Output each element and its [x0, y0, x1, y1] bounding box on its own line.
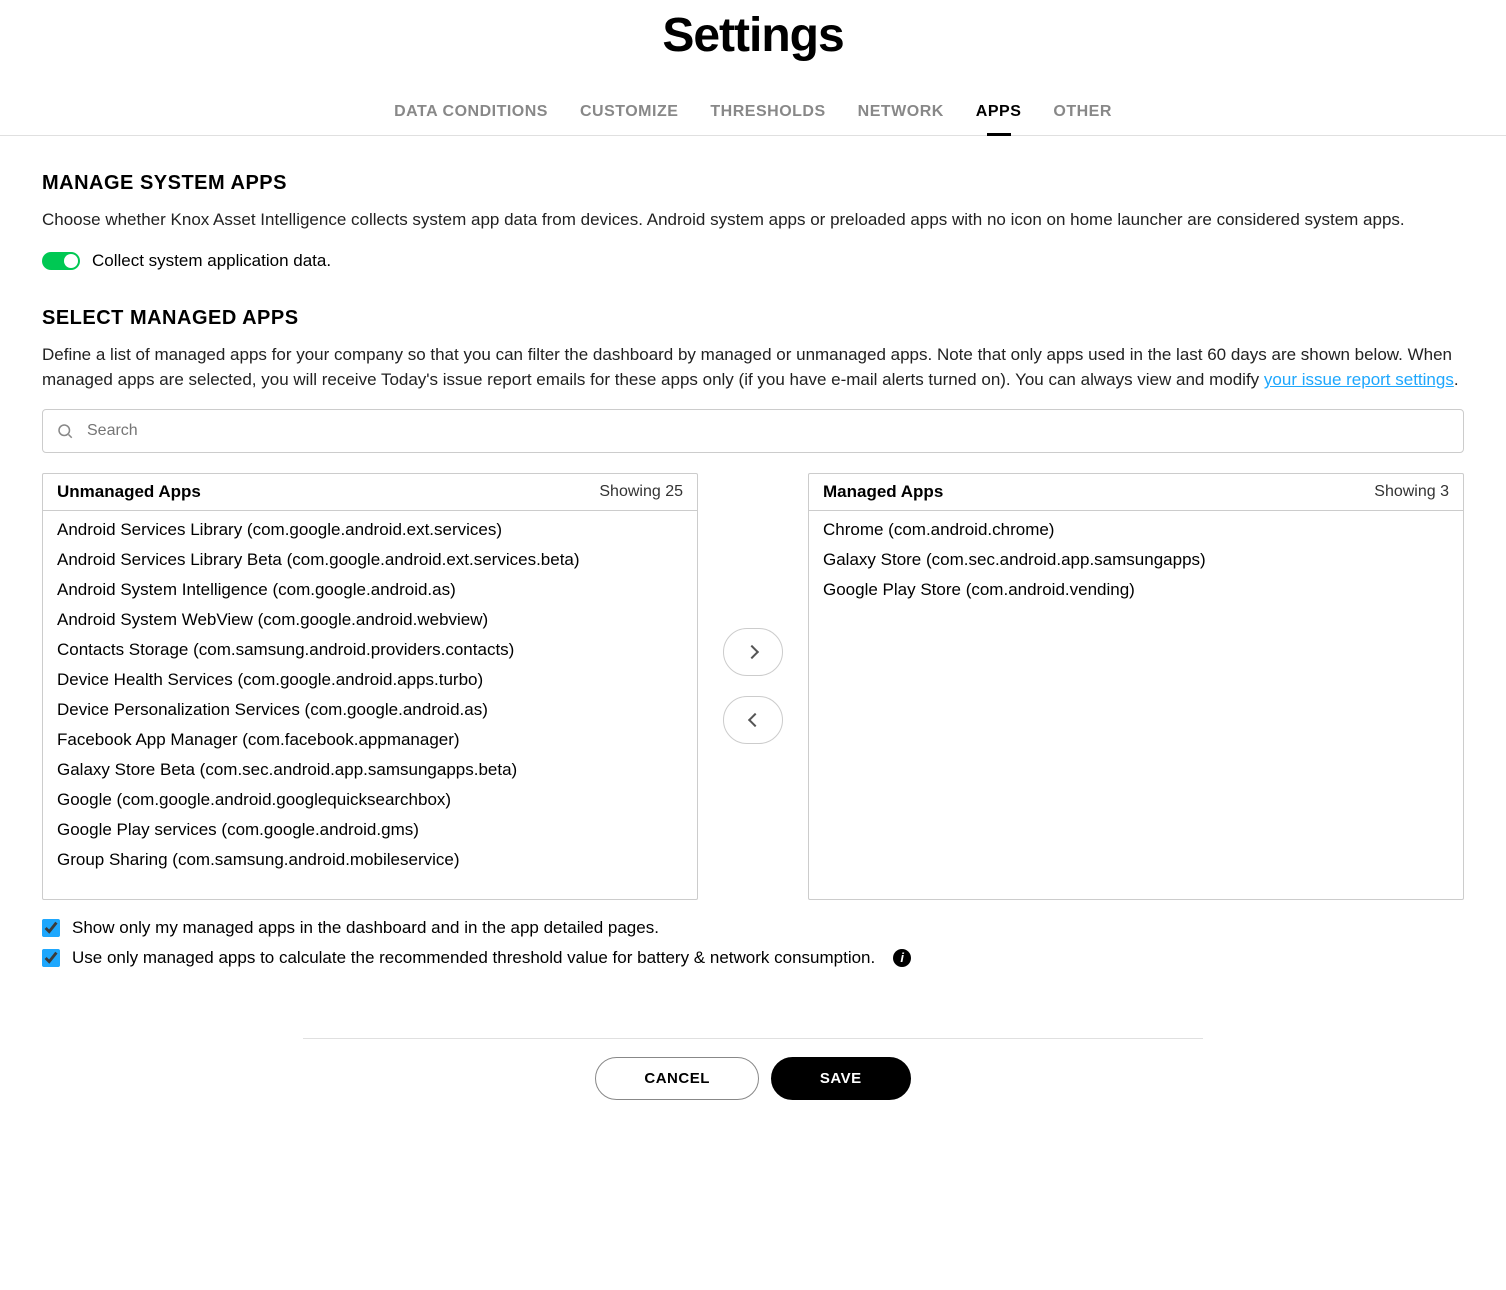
- cancel-button[interactable]: CANCEL: [595, 1057, 759, 1100]
- info-icon[interactable]: i: [893, 949, 911, 967]
- use-only-managed-label: Use only managed apps to calculate the r…: [72, 948, 875, 968]
- list-item[interactable]: Contacts Storage (com.samsung.android.pr…: [43, 635, 697, 665]
- list-item[interactable]: Android Services Library (com.google.and…: [43, 515, 697, 545]
- page-title: Settings: [0, 0, 1506, 93]
- list-item[interactable]: Facebook App Manager (com.facebook.appma…: [43, 725, 697, 755]
- move-left-button[interactable]: [723, 696, 783, 744]
- managed-apps-title: Managed Apps: [823, 482, 943, 502]
- tabs-bar: DATA CONDITIONS CUSTOMIZE THRESHOLDS NETWOR…: [0, 93, 1506, 136]
- list-item[interactable]: Android Services Library Beta (com.googl…: [43, 545, 697, 575]
- tab-apps[interactable]: APPS: [976, 93, 1022, 135]
- move-right-button[interactable]: [723, 628, 783, 676]
- tab-customize[interactable]: CUSTOMIZE: [580, 93, 678, 135]
- show-only-managed-checkbox[interactable]: [42, 919, 60, 937]
- list-item[interactable]: Android System WebView (com.google.andro…: [43, 605, 697, 635]
- tab-network[interactable]: NETWORK: [858, 93, 944, 135]
- list-item[interactable]: Group Sharing (com.samsung.android.mobil…: [43, 845, 697, 875]
- unmanaged-apps-count: Showing 25: [599, 483, 683, 501]
- manage-system-apps-heading: MANAGE SYSTEM APPS: [42, 172, 1464, 195]
- unmanaged-apps-list: Android Services Library (com.google.and…: [43, 511, 697, 899]
- unmanaged-apps-title: Unmanaged Apps: [57, 482, 201, 502]
- description-text: Define a list of managed apps for your c…: [42, 345, 1452, 390]
- collect-system-data-label: Collect system application data.: [92, 251, 331, 271]
- tab-data-conditions[interactable]: DATA CONDITIONS: [394, 93, 548, 135]
- list-item[interactable]: Device Personalization Services (com.goo…: [43, 695, 697, 725]
- tab-thresholds[interactable]: THRESHOLDS: [710, 93, 825, 135]
- list-item[interactable]: Chrome (com.android.chrome): [809, 515, 1463, 545]
- list-item[interactable]: Galaxy Store (com.sec.android.app.samsun…: [809, 545, 1463, 575]
- tab-other[interactable]: OTHER: [1053, 93, 1112, 135]
- description-suffix: .: [1454, 370, 1459, 389]
- select-managed-apps-heading: SELECT MANAGED APPS: [42, 307, 1464, 330]
- issue-report-settings-link[interactable]: your issue report settings: [1264, 370, 1454, 389]
- list-item[interactable]: Google (com.google.android.googlequickse…: [43, 785, 697, 815]
- list-item[interactable]: Google Play services (com.google.android…: [43, 815, 697, 845]
- search-input[interactable]: [42, 409, 1464, 453]
- list-item[interactable]: Android System Intelligence (com.google.…: [43, 575, 697, 605]
- managed-apps-list: Chrome (com.android.chrome)Galaxy Store …: [809, 511, 1463, 899]
- collect-system-data-toggle[interactable]: [42, 252, 80, 270]
- list-item[interactable]: Google Play Store (com.android.vending): [809, 575, 1463, 605]
- search-icon: [56, 422, 74, 440]
- list-item[interactable]: Galaxy Store Beta (com.sec.android.app.s…: [43, 755, 697, 785]
- unmanaged-apps-panel: Unmanaged Apps Showing 25 Android Servic…: [42, 473, 698, 900]
- use-only-managed-checkbox[interactable]: [42, 949, 60, 967]
- list-item[interactable]: Device Health Services (com.google.andro…: [43, 665, 697, 695]
- save-button[interactable]: SAVE: [771, 1057, 911, 1100]
- manage-system-apps-description: Choose whether Knox Asset Intelligence c…: [42, 207, 1464, 233]
- select-managed-apps-description: Define a list of managed apps for your c…: [42, 342, 1464, 393]
- chevron-right-icon: [744, 645, 758, 659]
- chevron-left-icon: [747, 713, 761, 727]
- managed-apps-count: Showing 3: [1374, 483, 1449, 501]
- show-only-managed-label: Show only my managed apps in the dashboa…: [72, 918, 659, 938]
- managed-apps-panel: Managed Apps Showing 3 Chrome (com.andro…: [808, 473, 1464, 900]
